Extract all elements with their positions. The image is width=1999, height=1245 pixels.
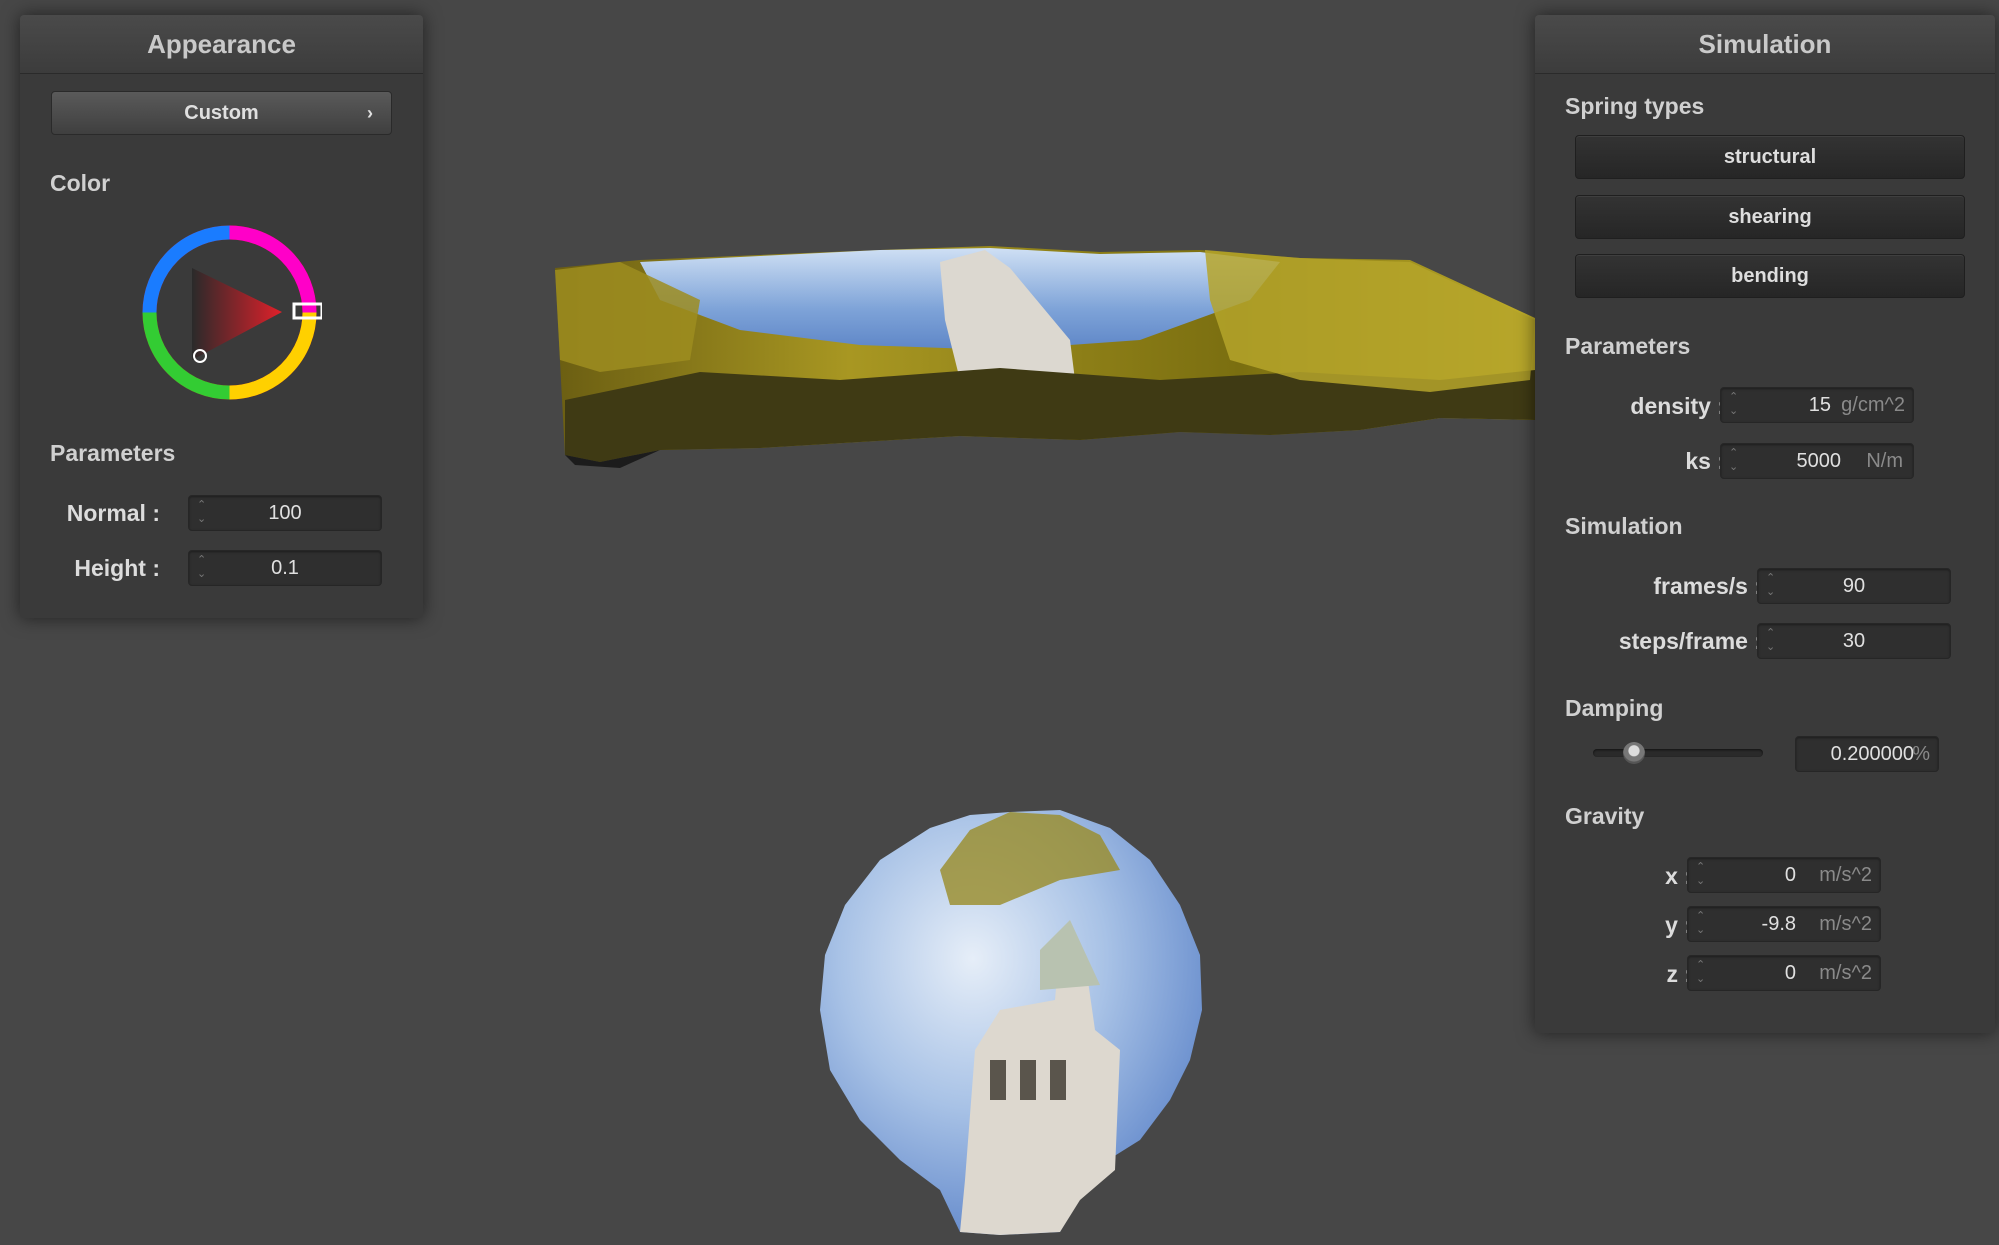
spring-types-label: Spring types <box>1565 93 1705 119</box>
spinner-icon[interactable]: ⌃ ⌄ <box>1696 860 1708 888</box>
color-wheel[interactable] <box>137 220 324 405</box>
density-label: density : <box>1630 393 1725 419</box>
ks-label: ks : <box>1685 448 1725 474</box>
sim-parameters-label: Parameters <box>1565 333 1691 359</box>
damping-input[interactable]: 0.200000 % <box>1795 736 1939 772</box>
fps-input[interactable]: ⌃ ⌄ 90 <box>1757 568 1951 604</box>
damping-slider-handle[interactable] <box>1623 742 1645 764</box>
normal-input[interactable]: ⌃ ⌄ 100 <box>188 495 382 531</box>
ks-input[interactable]: ⌃ ⌄ 5000 N/m <box>1720 443 1914 479</box>
structural-toggle[interactable]: structural <box>1575 135 1965 179</box>
density-input[interactable]: ⌃ ⌄ 15 g/cm^2 <box>1720 387 1914 423</box>
steps-input[interactable]: ⌃ ⌄ 30 <box>1757 623 1951 659</box>
appearance-parameters-label: Parameters <box>50 440 176 466</box>
simulation-panel: Simulation Spring types structural shear… <box>1535 15 1995 1033</box>
spinner-icon[interactable]: ⌃ ⌄ <box>1696 909 1708 937</box>
height-input[interactable]: ⌃ ⌄ 0.1 <box>188 550 382 586</box>
simulation-section-label: Simulation <box>1565 513 1683 539</box>
bending-toggle[interactable]: bending <box>1575 254 1965 298</box>
gravity-y-input[interactable]: ⌃ ⌄ -9.8 m/s^2 <box>1687 906 1881 942</box>
appearance-title: Appearance <box>20 15 423 74</box>
cloth-mesh <box>555 246 1535 468</box>
simulation-title: Simulation <box>1535 15 1995 74</box>
gravity-x-input[interactable]: ⌃ ⌄ 0 m/s^2 <box>1687 857 1881 893</box>
height-label: Height : <box>74 555 160 581</box>
spinner-icon[interactable]: ⌃ ⌄ <box>1696 958 1708 986</box>
preset-label: Custom <box>184 102 259 124</box>
gravity-z-label: z : <box>1666 961 1692 987</box>
damping-label: Damping <box>1565 695 1664 721</box>
spinner-icon[interactable]: ⌃ ⌄ <box>1729 390 1741 418</box>
gravity-label: Gravity <box>1565 803 1645 829</box>
appearance-panel: Appearance Custom › Color Parameters Nor… <box>20 15 423 618</box>
normal-label: Normal : <box>66 500 160 526</box>
spinner-icon[interactable]: ⌃ ⌄ <box>1729 446 1741 474</box>
damping-slider[interactable] <box>1593 742 1763 764</box>
color-label: Color <box>50 170 111 196</box>
sphere-mesh <box>820 810 1202 1235</box>
gravity-x-label: x : <box>1665 863 1692 889</box>
shearing-toggle[interactable]: shearing <box>1575 195 1965 239</box>
chevron-right-icon: › <box>367 103 373 123</box>
preset-dropdown[interactable]: Custom › <box>51 91 392 135</box>
gravity-y-label: y : <box>1665 912 1692 938</box>
steps-label: steps/frame : <box>1618 628 1762 654</box>
fps-label: frames/s : <box>1653 573 1762 599</box>
gravity-z-input[interactable]: ⌃ ⌄ 0 m/s^2 <box>1687 955 1881 991</box>
